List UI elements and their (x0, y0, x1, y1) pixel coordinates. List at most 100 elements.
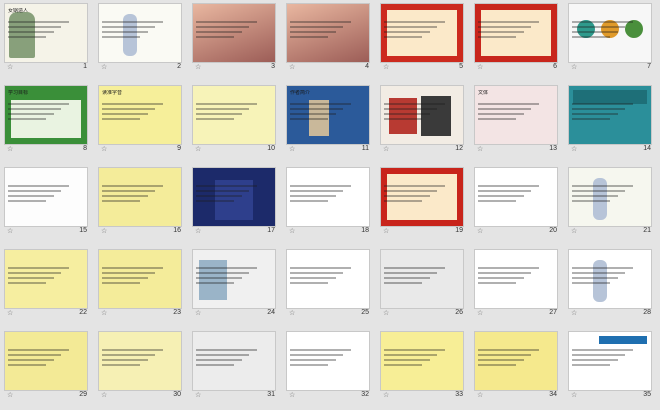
star-icon[interactable]: ☆ (571, 309, 577, 317)
slide-thumbnail-13[interactable]: 文体 ☆ 13 (475, 86, 569, 154)
star-icon[interactable]: ☆ (7, 391, 13, 399)
slide-thumbnail-19[interactable]: ☆ 19 (381, 168, 475, 236)
star-icon[interactable]: ☆ (101, 227, 107, 235)
star-icon[interactable]: ☆ (101, 309, 107, 317)
text-line (478, 349, 539, 351)
slide-text-lines (290, 100, 366, 141)
text-line (290, 364, 328, 366)
slide-thumbnail-34[interactable]: ☆ 34 (475, 332, 569, 400)
slide-thumbnail-14[interactable]: ☆ 14 (569, 86, 660, 154)
slide-preview (193, 4, 275, 62)
star-icon[interactable]: ☆ (289, 63, 295, 71)
slide-thumbnail-9[interactable]: 读准字音 ☆ 9 (99, 86, 193, 154)
slide-text-lines (8, 18, 84, 59)
slide-number: 23 (173, 309, 181, 316)
star-icon[interactable]: ☆ (571, 391, 577, 399)
star-icon[interactable]: ☆ (571, 145, 577, 153)
slide-thumbnail-35[interactable]: ☆ 35 (569, 332, 660, 400)
slide-thumbnail-26[interactable]: ☆ 26 (381, 250, 475, 318)
star-icon[interactable]: ☆ (7, 145, 13, 153)
star-icon[interactable]: ☆ (195, 63, 201, 71)
text-line (8, 103, 69, 105)
slide-number: 8 (83, 145, 87, 152)
slide-title: 文体 (478, 90, 489, 96)
star-icon[interactable]: ☆ (289, 145, 295, 153)
star-icon[interactable]: ☆ (195, 227, 201, 235)
star-icon[interactable]: ☆ (477, 145, 483, 153)
slide-thumbnail-5[interactable]: ☆ 5 (381, 4, 475, 72)
slide-thumbnail-28[interactable]: ☆ 28 (569, 250, 660, 318)
star-icon[interactable]: ☆ (383, 227, 389, 235)
slide-thumbnail-7[interactable]: ☆ 7 (569, 4, 660, 72)
slide-text-lines (8, 100, 84, 141)
star-icon[interactable]: ☆ (571, 63, 577, 71)
slide-thumbnail-2[interactable]: ☆ 2 (99, 4, 193, 72)
slide-thumbnail-29[interactable]: ☆ 29 (5, 332, 99, 400)
star-icon[interactable]: ☆ (477, 63, 483, 71)
slide-thumbnail-20[interactable]: ☆ 20 (475, 168, 569, 236)
slide-thumbnail-22[interactable]: ☆ 22 (5, 250, 99, 318)
star-icon[interactable]: ☆ (101, 145, 107, 153)
star-icon[interactable]: ☆ (477, 309, 483, 317)
star-icon[interactable]: ☆ (571, 227, 577, 235)
slide-thumbnail-31[interactable]: ☆ 31 (193, 332, 287, 400)
slide-thumbnail-1[interactable]: 女娲造人 ☆ 1 (5, 4, 99, 72)
star-icon[interactable]: ☆ (477, 227, 483, 235)
slide-number: 35 (643, 391, 651, 398)
slide-thumbnail-6[interactable]: ☆ 6 (475, 4, 569, 72)
text-line (478, 31, 524, 33)
star-icon[interactable]: ☆ (101, 391, 107, 399)
slide-thumbnail-10[interactable]: ☆ 10 (193, 86, 287, 154)
text-line (8, 26, 62, 28)
star-icon[interactable]: ☆ (383, 63, 389, 71)
slide-thumbnail-32[interactable]: ☆ 32 (287, 332, 381, 400)
slide-thumbnail-18[interactable]: ☆ 18 (287, 168, 381, 236)
slide-thumbnail-16[interactable]: ☆ 16 (99, 168, 193, 236)
slide-thumbnail-12[interactable]: ☆ 12 (381, 86, 475, 154)
slide-thumbnail-21[interactable]: ☆ 21 (569, 168, 660, 236)
text-line (102, 113, 148, 115)
slide-thumbnail-11[interactable]: 作者简介 ☆ 11 (287, 86, 381, 154)
text-line (290, 354, 344, 356)
star-icon[interactable]: ☆ (477, 391, 483, 399)
star-icon[interactable]: ☆ (195, 391, 201, 399)
star-icon[interactable]: ☆ (289, 309, 295, 317)
text-line (384, 113, 430, 115)
logo-banner (599, 336, 647, 344)
slide-text-lines (572, 182, 648, 223)
star-icon[interactable]: ☆ (7, 63, 13, 71)
slide-thumbnail-25[interactable]: ☆ 25 (287, 250, 381, 318)
star-icon[interactable]: ☆ (383, 145, 389, 153)
slide-thumbnail-17[interactable]: ☆ 17 (193, 168, 287, 236)
star-icon[interactable]: ☆ (383, 309, 389, 317)
star-icon[interactable]: ☆ (7, 309, 13, 317)
text-line (384, 190, 438, 192)
text-line (572, 36, 610, 38)
slide-thumbnail-24[interactable]: ☆ 24 (193, 250, 287, 318)
slide-number: 33 (455, 391, 463, 398)
star-icon[interactable]: ☆ (7, 227, 13, 235)
slide-thumbnail-15[interactable]: ☆ 15 (5, 168, 99, 236)
slide-preview: 学习目标 (5, 86, 87, 144)
slide-number: 16 (173, 227, 181, 234)
star-icon[interactable]: ☆ (289, 227, 295, 235)
slide-number: 24 (267, 309, 275, 316)
text-line (290, 36, 328, 38)
slide-thumbnail-30[interactable]: ☆ 30 (99, 332, 193, 400)
star-icon[interactable]: ☆ (195, 309, 201, 317)
slide-thumbnail-4[interactable]: ☆ 4 (287, 4, 381, 72)
star-icon[interactable]: ☆ (383, 391, 389, 399)
slide-thumbnail-27[interactable]: ☆ 27 (475, 250, 569, 318)
star-icon[interactable]: ☆ (195, 145, 201, 153)
text-line (384, 267, 445, 269)
text-line (8, 354, 62, 356)
text-line (572, 185, 633, 187)
slide-thumbnail-33[interactable]: ☆ 33 (381, 332, 475, 400)
star-icon[interactable]: ☆ (289, 391, 295, 399)
slide-thumbnail-23[interactable]: ☆ 23 (99, 250, 193, 318)
slide-text-lines (572, 264, 648, 305)
star-icon[interactable]: ☆ (101, 63, 107, 71)
slide-number: 17 (267, 227, 275, 234)
slide-thumbnail-3[interactable]: ☆ 3 (193, 4, 287, 72)
slide-thumbnail-8[interactable]: 学习目标 ☆ 8 (5, 86, 99, 154)
